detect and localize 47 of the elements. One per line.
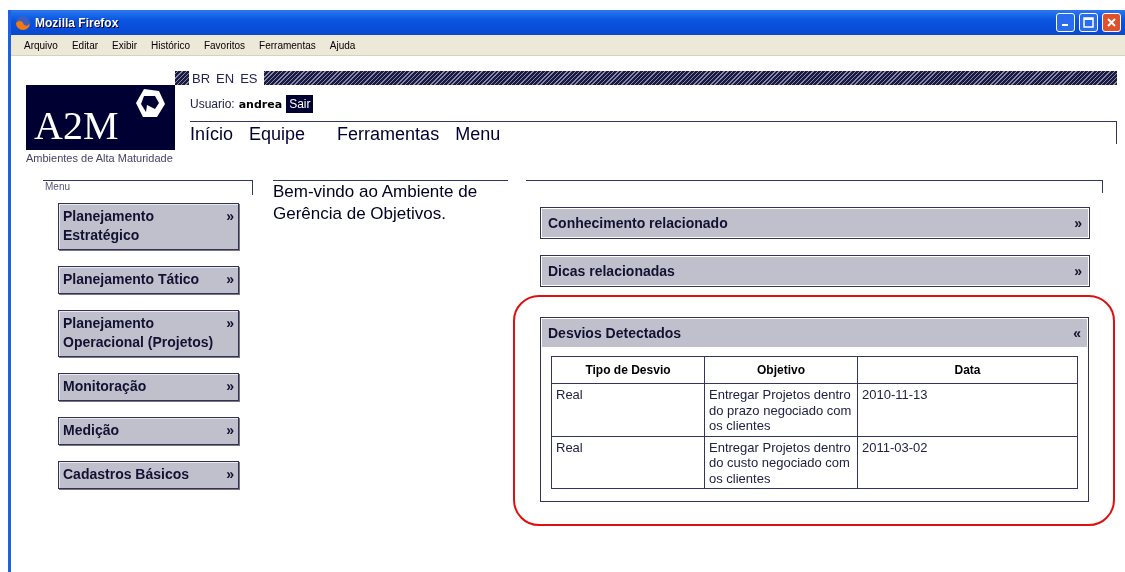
menu-item[interactable]: Ajuda: [322, 39, 363, 51]
table-cell: Entregar Projetos dentro do prazo negociado com os clientes: [704, 383, 858, 436]
minimize-button[interactable]: [1056, 13, 1075, 32]
window-title: Mozilla Firefox: [35, 15, 119, 30]
welcome-text: Bem-vindo ao Ambiente de Gerência de Objetivos.: [273, 181, 479, 225]
hatch-square: [175, 71, 189, 85]
maximize-icon: [1083, 17, 1094, 28]
sidebar-item[interactable]: Planejamento Operacional (Projetos) »: [58, 310, 239, 357]
table-cell: Entregar Projetos dentro do custo negociado com os clientes: [704, 436, 858, 489]
close-icon: [1106, 17, 1117, 28]
table-cell: Real: [551, 383, 705, 436]
table-cell: 2011-03-02: [857, 436, 1078, 489]
user-name: andrea: [238, 97, 283, 111]
logo-text: A2M: [34, 106, 119, 146]
panel-header[interactable]: Dicas relacionadas »: [542, 257, 1088, 285]
logo-subtitle: Ambientes de Alta Maturidade: [26, 152, 174, 164]
column-header: Data: [857, 356, 1078, 384]
language-link[interactable]: BR: [189, 70, 214, 86]
table-cell: Real: [551, 436, 705, 489]
panel-header[interactable]: Conhecimento relacionado »: [542, 209, 1088, 237]
sidebar-item[interactable]: Monitoração »: [58, 373, 239, 401]
panel-header[interactable]: Desvios Detectados «: [542, 319, 1087, 347]
nav-link[interactable]: Menu: [455, 122, 517, 144]
nav-link[interactable]: Ferramentas: [337, 122, 456, 144]
logout-button[interactable]: Sair: [286, 95, 314, 113]
menu-item[interactable]: Ferramentas: [252, 39, 323, 51]
menu-item[interactable]: Editar: [64, 39, 106, 51]
sidebar-item[interactable]: Cadastros Básicos »: [58, 461, 239, 489]
table-cell: 2010-11-13: [857, 383, 1078, 436]
language-link[interactable]: EN: [213, 70, 238, 86]
column-header: Tipo de Desvio: [551, 356, 705, 384]
menu-item[interactable]: Arquivo: [17, 39, 65, 51]
menu-item[interactable]: Exibir: [105, 39, 145, 51]
fox-globe-icon: [15, 14, 31, 31]
sidebar-title: Menu: [43, 180, 253, 195]
close-button[interactable]: [1102, 13, 1121, 32]
sidebar-item[interactable]: Medição »: [58, 417, 239, 445]
nav-link[interactable]: Início: [190, 122, 250, 144]
maximize-button[interactable]: [1079, 13, 1098, 32]
menu-item[interactable]: Histórico: [144, 39, 197, 51]
user-label: Usuario:: [190, 97, 235, 111]
language-link[interactable]: ES: [237, 70, 261, 86]
sidebar-item[interactable]: Planejamento Estratégico »: [58, 203, 239, 250]
nav-link[interactable]: Equipe: [249, 122, 338, 144]
column-header: Objetivo: [704, 356, 858, 384]
sidebar-item[interactable]: Planejamento Tático »: [58, 266, 239, 294]
menu-item[interactable]: Favoritos: [196, 39, 253, 51]
